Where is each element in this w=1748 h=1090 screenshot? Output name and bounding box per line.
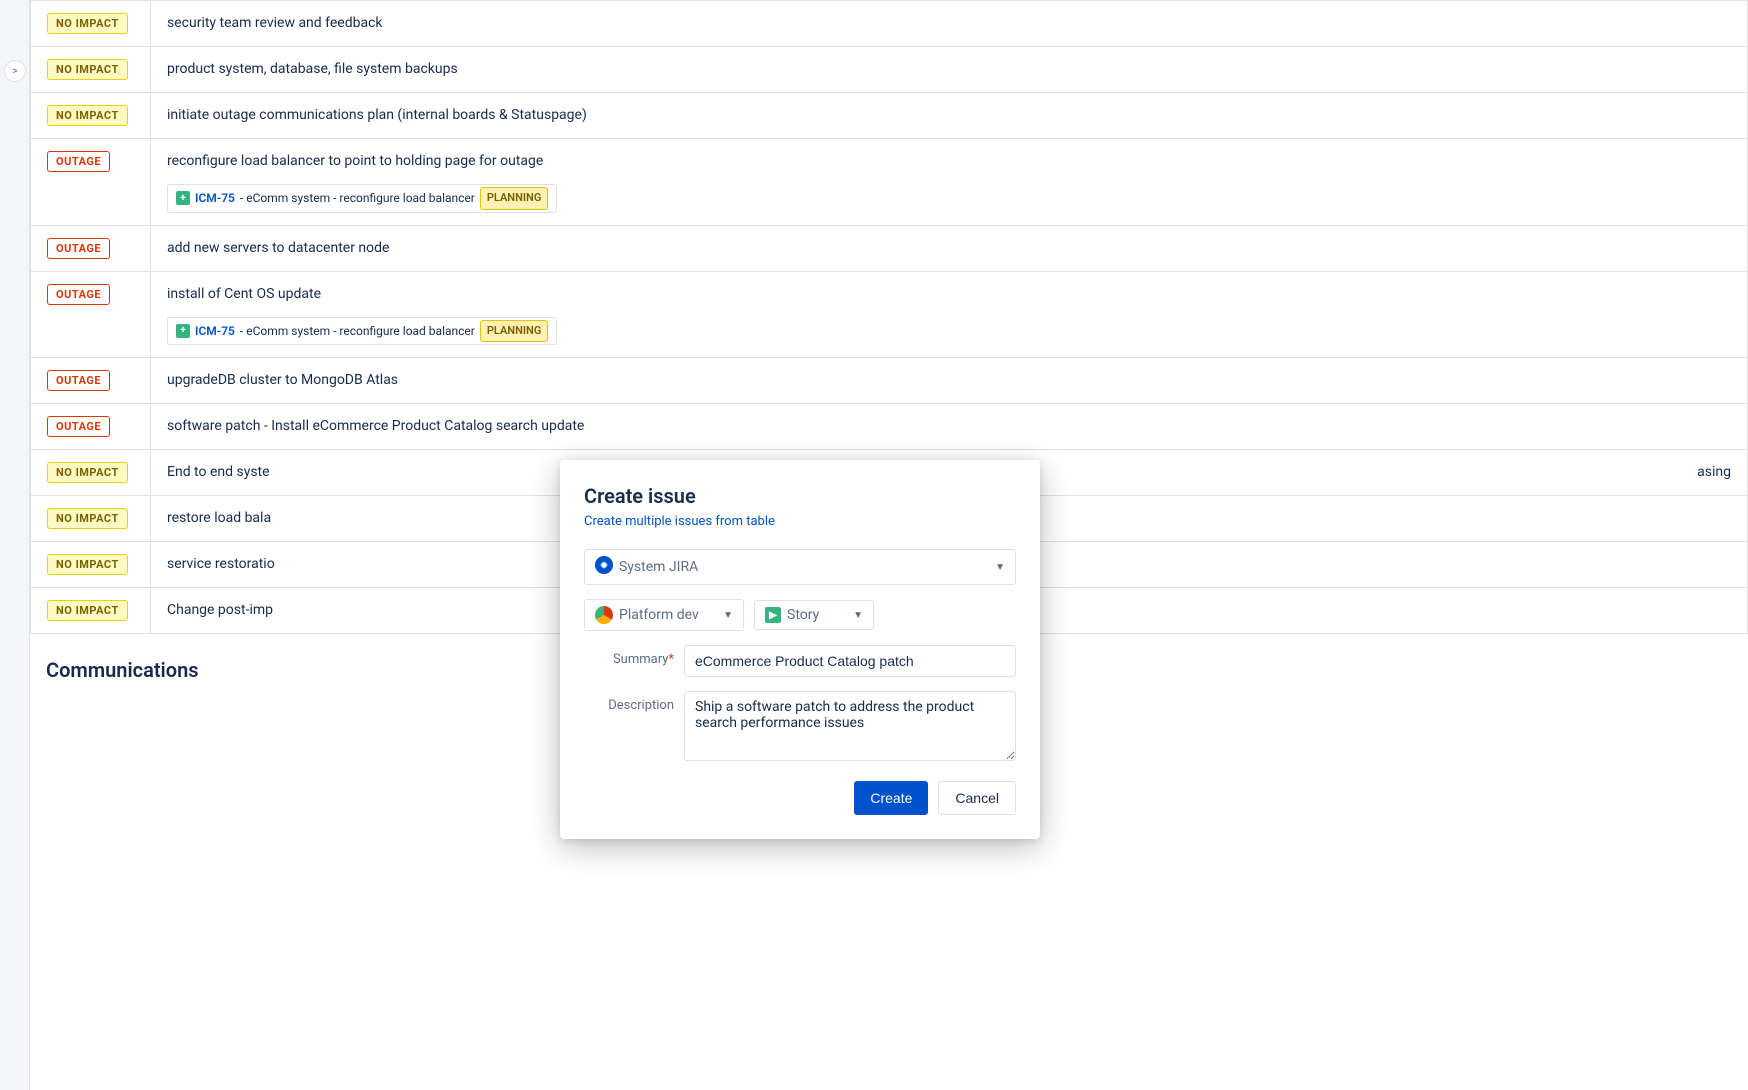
sidebar-chevron-button[interactable]: > — [4, 60, 26, 82]
impact-cell: NO IMPACT — [31, 93, 151, 139]
status-badge: OUTAGE — [47, 416, 110, 437]
status-badge: OUTAGE — [47, 151, 110, 172]
issue-text: - eComm system - reconfigure load balanc… — [240, 322, 475, 340]
status-badge: OUTAGE — [47, 370, 110, 391]
row-text: Change post-imp — [167, 602, 273, 618]
create-button[interactable]: Create — [854, 781, 928, 815]
status-badge: NO IMPACT — [47, 105, 128, 126]
impact-cell: OUTAGE — [31, 225, 151, 271]
issue-chip[interactable]: + ICM-75 - eComm system - reconfigure lo… — [167, 184, 557, 213]
issue-type-select[interactable]: ▶ Story ▼ — [754, 600, 874, 630]
impact-cell: OUTAGE — [31, 404, 151, 450]
row-text: service restoratio — [167, 556, 275, 572]
impact-cell: NO IMPACT — [31, 450, 151, 496]
row-text: End to end syste — [167, 464, 270, 480]
status-badge: OUTAGE — [47, 284, 110, 305]
content-cell: initiate outage communications plan (int… — [151, 93, 1748, 139]
impact-cell: OUTAGE — [31, 139, 151, 226]
issue-chip[interactable]: + ICM-75 - eComm system - reconfigure lo… — [167, 317, 557, 346]
row-text: add new servers to datacenter node — [167, 240, 389, 256]
impact-cell: NO IMPACT — [31, 47, 151, 93]
modal-title: Create issue — [584, 484, 1016, 508]
row-text-suffix: asing — [1697, 462, 1731, 483]
system-select[interactable]: System JIRA ▼ — [584, 549, 1016, 585]
table-row: OUTAGE install of Cent OS update + ICM-7… — [31, 271, 1748, 358]
story-icon: ▶ — [765, 607, 781, 623]
status-badge: NO IMPACT — [47, 59, 128, 80]
impact-cell: NO IMPACT — [31, 542, 151, 588]
description-field-row: Description Ship a software patch to add… — [584, 691, 1016, 761]
impact-cell: NO IMPACT — [31, 588, 151, 634]
table-row: NO IMPACT product system, database, file… — [31, 47, 1748, 93]
status-badge: OUTAGE — [47, 238, 110, 259]
status-badge: NO IMPACT — [47, 508, 128, 529]
impact-cell: OUTAGE — [31, 271, 151, 358]
system-select-row: System JIRA ▼ — [584, 549, 1016, 585]
issue-link[interactable]: ICM-75 — [195, 322, 235, 340]
create-multiple-issues-link[interactable]: Create multiple issues from table — [584, 514, 1016, 529]
summary-field-row: Summary* — [584, 645, 1016, 677]
system-select-label: System JIRA — [619, 559, 989, 575]
modal-form: System JIRA ▼ Platform dev ▼ ▶ — [584, 549, 1016, 815]
row-text: restore load bala — [167, 510, 271, 526]
project-select-label: Platform dev — [619, 607, 717, 623]
row-text: upgradeDB cluster to MongoDB Atlas — [167, 372, 398, 388]
content-cell: add new servers to datacenter node — [151, 225, 1748, 271]
chevron-icon: > — [12, 66, 17, 77]
content-cell: software patch - Install eCommerce Produ… — [151, 404, 1748, 450]
required-indicator: * — [668, 652, 674, 667]
content-cell: upgradeDB cluster to MongoDB Atlas — [151, 358, 1748, 404]
table-row: NO IMPACT security team review and feedb… — [31, 1, 1748, 47]
table-row: OUTAGE add new servers to datacenter nod… — [31, 225, 1748, 271]
main-content: NO IMPACT security team review and feedb… — [30, 0, 1748, 1090]
description-label: Description — [584, 691, 674, 713]
table-row: NO IMPACT initiate outage communications… — [31, 93, 1748, 139]
status-badge: NO IMPACT — [47, 554, 128, 575]
row-text: install of Cent OS update — [167, 284, 1731, 305]
description-textarea[interactable]: Ship a software patch to address the pro… — [684, 691, 1016, 761]
impact-cell: NO IMPACT — [31, 496, 151, 542]
row-text: product system, database, file system ba… — [167, 61, 458, 77]
jira-logo-icon — [595, 556, 613, 578]
impact-cell: OUTAGE — [31, 358, 151, 404]
planning-badge: PLANNING — [480, 187, 548, 210]
project-issuetype-row: Platform dev ▼ ▶ Story ▼ — [584, 599, 1016, 631]
content-cell: reconfigure load balancer to point to ho… — [151, 139, 1748, 226]
sidebar-toggle: > — [0, 0, 30, 1090]
row-text: security team review and feedback — [167, 15, 383, 31]
issue-icon: + — [176, 324, 190, 338]
row-text: software patch - Install eCommerce Produ… — [167, 418, 584, 434]
summary-label: Summary* — [584, 645, 674, 667]
modal-actions: Create Cancel — [584, 781, 1016, 815]
issue-icon: + — [176, 191, 190, 205]
chevron-down-icon: ▼ — [853, 610, 863, 621]
table-row: OUTAGE software patch - Install eCommerc… — [31, 404, 1748, 450]
create-issue-modal: Create issue Create multiple issues from… — [560, 460, 1040, 839]
planning-badge: PLANNING — [480, 320, 548, 343]
content-cell: install of Cent OS update + ICM-75 - eCo… — [151, 271, 1748, 358]
row-text: reconfigure load balancer to point to ho… — [167, 151, 1731, 172]
status-badge: NO IMPACT — [47, 462, 128, 483]
chevron-down-icon: ▼ — [723, 610, 733, 621]
table-row: OUTAGE reconfigure load balancer to poin… — [31, 139, 1748, 226]
issue-chip-container: + ICM-75 - eComm system - reconfigure lo… — [167, 311, 1731, 346]
page-wrapper: > NO IMPACT security team review and fee… — [0, 0, 1748, 1090]
chevron-down-icon: ▼ — [995, 562, 1005, 573]
table-row: OUTAGE upgradeDB cluster to MongoDB Atla… — [31, 358, 1748, 404]
cancel-button[interactable]: Cancel — [938, 781, 1016, 815]
project-select[interactable]: Platform dev ▼ — [584, 599, 744, 631]
status-badge: NO IMPACT — [47, 13, 128, 34]
issue-chip-container: + ICM-75 - eComm system - reconfigure lo… — [167, 178, 1731, 213]
status-badge: NO IMPACT — [47, 600, 128, 621]
issue-text: - eComm system - reconfigure load balanc… — [240, 189, 475, 207]
issue-link[interactable]: ICM-75 — [195, 189, 235, 207]
platform-dev-icon — [595, 606, 613, 624]
content-cell: security team review and feedback — [151, 1, 1748, 47]
impact-cell: NO IMPACT — [31, 1, 151, 47]
summary-input[interactable] — [684, 645, 1016, 677]
content-cell: product system, database, file system ba… — [151, 47, 1748, 93]
issue-type-label: Story — [787, 607, 847, 623]
row-text: initiate outage communications plan (int… — [167, 107, 587, 123]
